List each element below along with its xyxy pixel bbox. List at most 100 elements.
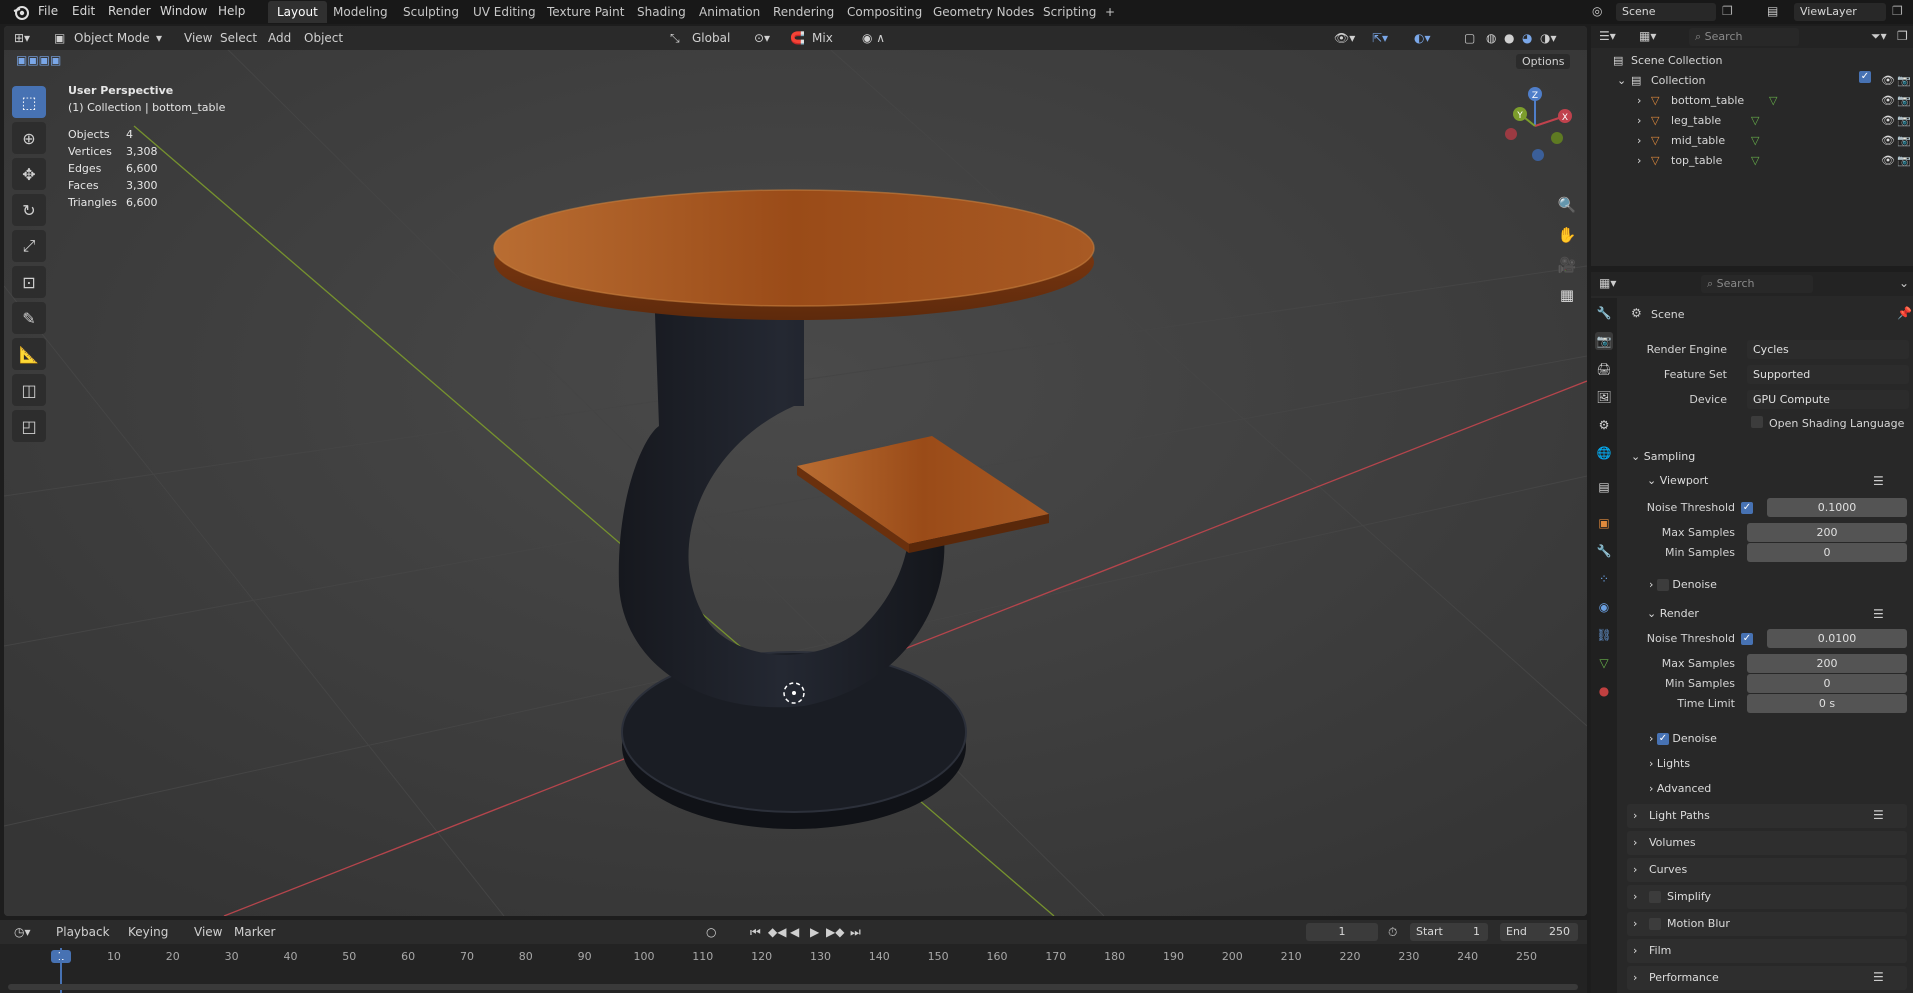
collection-row[interactable]: ⌄ ▤ Collection ✓ 👁 📷: [1591, 71, 1913, 91]
menu-help[interactable]: Help: [218, 4, 245, 18]
pin-icon[interactable]: 📌: [1897, 306, 1912, 320]
properties-editor-icon[interactable]: ▦▾: [1599, 276, 1616, 290]
camera-icon[interactable]: 📷: [1897, 111, 1911, 131]
measure-tool[interactable]: 📐: [12, 338, 46, 370]
outliner-item-bottom-table[interactable]: › ▽ bottom_table ▽ 👁 📷: [1591, 91, 1913, 111]
vp-denoise-subsection[interactable]: › Denoise: [1649, 574, 1717, 596]
new-scene-icon[interactable]: ❐: [1722, 4, 1733, 18]
cursor-tool[interactable]: ⊕: [12, 122, 46, 154]
render-engine-dropdown[interactable]: Cycles: [1747, 340, 1909, 359]
motion-blur-panel[interactable]: › Motion Blur: [1627, 912, 1907, 936]
zoom-icon[interactable]: 🔍: [1554, 192, 1580, 218]
new-view-layer-icon[interactable]: ❐: [1892, 4, 1903, 18]
chevron-down-icon[interactable]: ⌄: [1899, 276, 1909, 290]
proportional-edit-icon[interactable]: ◉ ∧: [862, 31, 885, 45]
eye-icon[interactable]: 👁: [1881, 131, 1895, 151]
camera-icon[interactable]: 📷: [1897, 131, 1911, 151]
new-collection-icon[interactable]: ❐: [1897, 29, 1908, 43]
scale-tool[interactable]: ⤢: [12, 230, 46, 262]
shading-rendered-icon[interactable]: ◑▾: [1540, 31, 1557, 45]
data-tab-icon[interactable]: ▽: [1595, 654, 1613, 672]
advanced-subsection[interactable]: › Advanced: [1649, 778, 1711, 800]
r-noise-threshold-checkbox[interactable]: ✓: [1741, 633, 1753, 645]
timeline-menu-playback[interactable]: Playback: [56, 925, 110, 939]
preset-list-icon[interactable]: ☰: [1873, 808, 1884, 822]
shading-wireframe-icon[interactable]: ◍: [1486, 31, 1496, 45]
camera-icon[interactable]: 📷: [1897, 151, 1911, 171]
tab-shading[interactable]: Shading: [628, 1, 695, 23]
outliner-item-leg-table[interactable]: › ▽ leg_table ▽ 👁 📷: [1591, 111, 1913, 131]
r-max-samples-field[interactable]: 200: [1747, 654, 1907, 673]
menu-file[interactable]: File: [38, 4, 58, 18]
object-tab-icon[interactable]: ▣: [1595, 514, 1613, 532]
viewport-menu-view[interactable]: View: [184, 31, 212, 45]
pivot-icon[interactable]: ⊙▾: [754, 31, 770, 45]
snap-icon[interactable]: 🧲: [790, 31, 805, 45]
perspective-grid-icon[interactable]: ▦: [1554, 282, 1580, 308]
3d-viewport[interactable]: Z X Y ⊞▾ ▣ Object Mode ▾ View Select Add…: [4, 26, 1587, 916]
menu-window[interactable]: Window: [160, 4, 207, 18]
add-workspace-button[interactable]: +: [1096, 1, 1124, 23]
display-mode-icon[interactable]: ▦▾: [1639, 29, 1656, 43]
modifier-tab-icon[interactable]: 🔧: [1595, 542, 1613, 560]
eye-icon[interactable]: 👁: [1881, 151, 1895, 171]
sampling-section[interactable]: ⌄ Sampling: [1631, 446, 1695, 468]
shading-solid-icon[interactable]: ●: [1504, 31, 1514, 45]
auto-key-icon[interactable]: ○: [706, 925, 716, 939]
vp-max-samples-field[interactable]: 200: [1747, 523, 1907, 542]
tab-sculpting[interactable]: Sculpting: [394, 1, 468, 23]
vp-noise-threshold-checkbox[interactable]: ✓: [1741, 502, 1753, 514]
current-frame-field[interactable]: 1: [1306, 923, 1378, 941]
tab-animation[interactable]: Animation: [690, 1, 769, 23]
particles-tab-icon[interactable]: ⁘: [1595, 570, 1613, 588]
chevron-right-icon[interactable]: ›: [1637, 131, 1641, 151]
outliner-editor-icon[interactable]: ☰▾: [1599, 29, 1616, 43]
outliner-item-mid-table[interactable]: › ▽ mid_table ▽ 👁 📷: [1591, 131, 1913, 151]
chevron-down-icon[interactable]: ⌄: [1617, 71, 1626, 91]
simplify-panel[interactable]: › Simplify: [1627, 885, 1907, 909]
r-time-limit-field[interactable]: 0 s: [1747, 694, 1907, 713]
camera-icon[interactable]: 🎥: [1554, 252, 1580, 278]
view-layer-tab-icon[interactable]: 🖼: [1595, 388, 1613, 406]
light-paths-panel[interactable]: › Light Paths: [1627, 804, 1907, 828]
r-min-samples-field[interactable]: 0: [1747, 674, 1907, 693]
vp-min-samples-field[interactable]: 0: [1747, 543, 1907, 562]
visibility-icon[interactable]: 👁▾: [1334, 31, 1355, 45]
viewport-menu-object[interactable]: Object: [304, 31, 343, 45]
curves-panel[interactable]: › Curves: [1627, 858, 1907, 882]
stopwatch-icon[interactable]: ⏱: [1388, 925, 1397, 940]
jump-start-icon[interactable]: ⏮: [750, 925, 761, 940]
play-icon[interactable]: ▶: [810, 925, 819, 939]
timeline-menu-marker[interactable]: Marker: [234, 925, 275, 939]
editor-type-icon[interactable]: ⊞▾: [14, 31, 30, 45]
extra-tool[interactable]: ◰: [12, 410, 46, 442]
scene-tab-icon[interactable]: ⚙: [1595, 416, 1613, 434]
world-tab-icon[interactable]: 🌐: [1595, 444, 1613, 462]
render-subsection[interactable]: ⌄ Render: [1647, 603, 1699, 625]
volumes-panel[interactable]: › Volumes: [1627, 831, 1907, 855]
next-keyframe-icon[interactable]: ▶◆: [826, 925, 844, 939]
collection-tab-icon[interactable]: ▤: [1595, 478, 1613, 496]
viewport-menu-add[interactable]: Add: [268, 31, 291, 45]
viewport-menu-select[interactable]: Select: [220, 31, 257, 45]
tab-layout[interactable]: Layout: [268, 1, 327, 23]
filter-icon[interactable]: ⏷▾: [1871, 29, 1887, 44]
menu-edit[interactable]: Edit: [72, 4, 95, 18]
xray-icon[interactable]: ▢: [1464, 31, 1475, 45]
add-cube-tool[interactable]: ◫: [12, 374, 46, 406]
snap-mode-dropdown[interactable]: Mix: [812, 31, 833, 45]
feature-set-dropdown[interactable]: Supported: [1747, 365, 1909, 384]
render-tab-icon[interactable]: 📷: [1595, 332, 1613, 350]
lights-subsection[interactable]: › Lights: [1649, 753, 1690, 775]
properties-search-input[interactable]: ⌕ Search: [1701, 275, 1813, 293]
outliner-search-input[interactable]: ⌕ Search: [1689, 28, 1799, 46]
tab-uv-editing[interactable]: UV Editing: [464, 1, 545, 23]
gizmo-toggle-icon[interactable]: ⇱▾: [1372, 31, 1388, 45]
preset-list-icon[interactable]: ☰: [1873, 474, 1884, 488]
overlay-toggle-icon[interactable]: ◐▾: [1414, 31, 1431, 45]
camera-icon[interactable]: 📷: [1897, 91, 1911, 111]
shading-material-icon[interactable]: ◕: [1522, 31, 1532, 45]
tab-scripting[interactable]: Scripting: [1034, 1, 1105, 23]
preset-list-icon[interactable]: ☰: [1873, 970, 1884, 984]
tab-rendering[interactable]: Rendering: [764, 1, 843, 23]
